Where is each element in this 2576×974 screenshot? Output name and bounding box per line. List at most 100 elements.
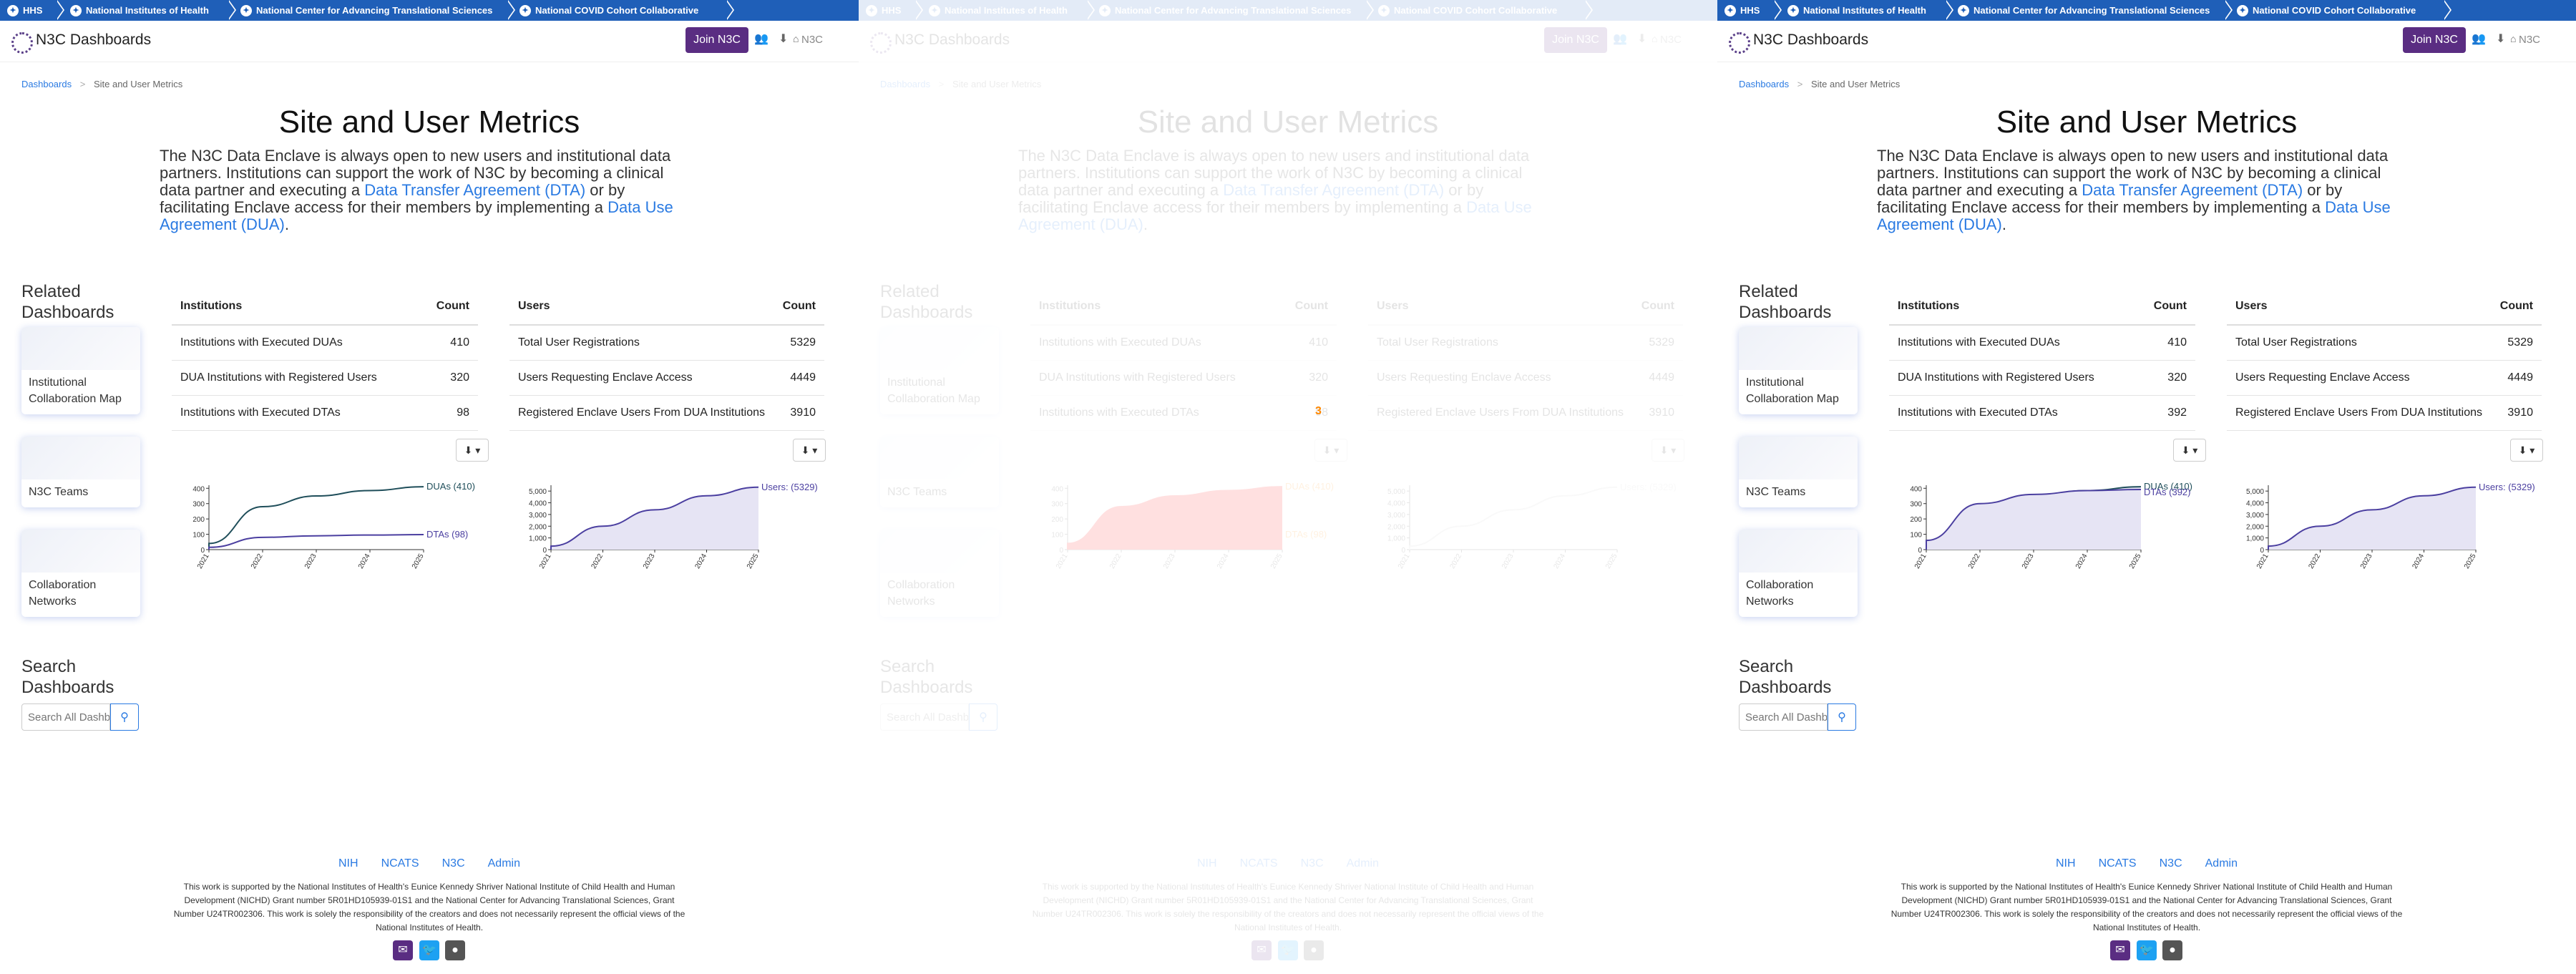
twitter-icon[interactable]: 🐦 <box>2137 940 2157 960</box>
related-dashboard-card[interactable]: N3C Teams <box>21 437 140 507</box>
y-tick-label: 100 <box>1051 532 1063 540</box>
highlight-value: 3 <box>1315 405 1322 417</box>
y-tick-label: 100 <box>1910 532 1922 540</box>
breadcrumb-root[interactable]: Dashboards <box>880 79 930 89</box>
footer-link[interactable]: Admin <box>488 857 520 870</box>
govbar-item[interactable]: ✦ National Center for Advancing Translat… <box>1092 0 1374 21</box>
dta-link[interactable]: Data Transfer Agreement (DTA) <box>2082 181 2303 199</box>
search-button[interactable]: ⚲ <box>110 703 139 731</box>
govbar-item[interactable]: ✦ HHS <box>1717 0 1782 21</box>
dta-link[interactable]: Data Transfer Agreement (DTA) <box>364 181 585 199</box>
footer-link[interactable]: NCATS <box>2099 857 2137 870</box>
footer-link[interactable]: N3C <box>2160 857 2182 870</box>
related-dashboard-card[interactable]: Collaboration Networks <box>1739 530 1858 617</box>
card-label: N3C Teams <box>887 486 947 498</box>
page-title: Site and User Metrics <box>1137 104 1439 140</box>
n3c-link[interactable]: N3C <box>801 34 823 46</box>
row-label: Users Requesting Enclave Access <box>1368 360 1633 396</box>
email-icon[interactable]: ✉ <box>2110 940 2130 960</box>
row-label: DUA Institutions with Registered Users <box>1030 360 1279 396</box>
join-n3c-button[interactable]: Join N3C <box>686 27 748 53</box>
search-input[interactable] <box>1739 703 1828 731</box>
footer-link[interactable]: Admin <box>1347 857 1379 870</box>
row-count: 4449 <box>2491 360 2542 396</box>
n3c-link[interactable]: N3C <box>1660 34 1682 46</box>
users-download-button[interactable]: ⬇ ▾ <box>2510 439 2543 462</box>
footer-link[interactable]: NIH <box>1197 857 1217 870</box>
download-icon[interactable]: ⬇ <box>779 31 788 46</box>
related-dashboard-card[interactable]: Collaboration Networks <box>880 530 999 617</box>
people-icon[interactable]: 👥 <box>1613 31 1627 46</box>
institutions-table: Institutions Count Institutions with Exec… <box>172 288 478 431</box>
email-icon[interactable]: ✉ <box>393 940 413 960</box>
home-icon[interactable]: ⌂ <box>793 33 799 44</box>
row-label: DUA Institutions with Registered Users <box>1889 360 2137 396</box>
search-input[interactable] <box>21 703 110 731</box>
row-count: 5329 <box>2491 325 2542 361</box>
users-download-button[interactable]: ⬇ ▾ <box>793 439 826 462</box>
column-header: Users <box>1368 288 1633 326</box>
people-icon[interactable]: 👥 <box>2472 31 2486 46</box>
search-button[interactable]: ⚲ <box>1828 703 1856 731</box>
dashboard-thumbnail <box>1739 530 1858 573</box>
n3c-link[interactable]: N3C <box>2519 34 2540 46</box>
column-header: Users <box>509 288 774 326</box>
download-icon[interactable]: ⬇ <box>1637 31 1646 46</box>
n3c-logo-icon <box>870 32 892 54</box>
join-n3c-button[interactable]: Join N3C <box>1544 27 1607 53</box>
breadcrumb-current: Site and User Metrics <box>952 79 1042 89</box>
table-row: Institutions with Executed DUAs 410 <box>1030 325 1337 361</box>
footer-link[interactable]: Admin <box>2205 857 2238 870</box>
footer-link[interactable]: NIH <box>2056 857 2076 870</box>
dta-link[interactable]: Data Transfer Agreement (DTA) <box>1223 181 1444 199</box>
download-icon[interactable]: ⬇ <box>2496 31 2505 46</box>
github-icon[interactable]: ● <box>445 940 465 960</box>
breadcrumb-root[interactable]: Dashboards <box>21 79 72 89</box>
related-dashboard-card[interactable]: Institutional Collaboration Map <box>880 327 999 414</box>
govbar-label: National COVID Cohort Collaborative <box>535 5 699 16</box>
govbar-item[interactable]: ✦ National COVID Cohort Collaborative <box>2230 0 2451 21</box>
app-title[interactable]: N3C Dashboards <box>1753 31 1868 49</box>
govbar-item[interactable]: ✦ National Institutes of Health <box>922 0 1095 21</box>
people-icon[interactable]: 👥 <box>754 31 769 46</box>
footer-link[interactable]: NCATS <box>1240 857 1278 870</box>
institutions-download-button[interactable]: ⬇ ▾ <box>456 439 489 462</box>
breadcrumb-root[interactable]: Dashboards <box>1739 79 1789 89</box>
users-download-button[interactable]: ⬇ ▾ <box>1652 439 1684 462</box>
search-button[interactable]: ⚲ <box>969 703 997 731</box>
footer-link[interactable]: NIH <box>338 857 358 870</box>
institutions-download-button[interactable]: ⬇ ▾ <box>2173 439 2206 462</box>
footer-link[interactable]: N3C <box>1301 857 1324 870</box>
govbar-item[interactable]: ✦ HHS <box>859 0 923 21</box>
search-input[interactable] <box>880 703 969 731</box>
home-icon[interactable]: ⌂ <box>1652 33 1657 44</box>
related-dashboard-card[interactable]: Collaboration Networks <box>21 530 140 617</box>
govbar-item[interactable]: ✦ National Institutes of Health <box>1780 0 1953 21</box>
govbar-item[interactable]: ✦ National Center for Advancing Translat… <box>233 0 515 21</box>
email-icon[interactable]: ✉ <box>1252 940 1272 960</box>
govbar-item[interactable]: ✦ National Center for Advancing Translat… <box>1951 0 2233 21</box>
related-dashboard-card[interactable]: N3C Teams <box>1739 437 1858 507</box>
join-n3c-button[interactable]: Join N3C <box>2403 27 2466 53</box>
twitter-icon[interactable]: 🐦 <box>1278 940 1298 960</box>
home-icon[interactable]: ⌂ <box>2510 33 2516 44</box>
y-tick-label: 4,000 <box>1387 500 1405 508</box>
related-dashboard-card[interactable]: Institutional Collaboration Map <box>1739 327 1858 414</box>
table-row: Users Requesting Enclave Access 4449 <box>1368 360 1683 396</box>
github-icon[interactable]: ● <box>2162 940 2182 960</box>
github-icon[interactable]: ● <box>1304 940 1324 960</box>
twitter-icon[interactable]: 🐦 <box>419 940 439 960</box>
footer-link[interactable]: N3C <box>442 857 465 870</box>
govbar-item[interactable]: ✦ National COVID Cohort Collaborative <box>1371 0 1593 21</box>
govbar-item[interactable]: ✦ HHS <box>0 0 64 21</box>
footer-link[interactable]: NCATS <box>381 857 419 870</box>
govbar-item[interactable]: ✦ National COVID Cohort Collaborative <box>512 0 734 21</box>
related-dashboard-card[interactable]: Institutional Collaboration Map <box>21 327 140 414</box>
app-title[interactable]: N3C Dashboards <box>894 31 1010 49</box>
y-tick-label: 5,000 <box>2246 488 2264 496</box>
app-title[interactable]: N3C Dashboards <box>36 31 151 49</box>
table-row: Institutions with Executed DUAs 410 <box>172 325 478 361</box>
govbar-item[interactable]: ✦ National Institutes of Health <box>63 0 236 21</box>
institutions-download-button[interactable]: ⬇ ▾ <box>1314 439 1347 462</box>
related-dashboard-card[interactable]: N3C Teams <box>880 437 999 507</box>
